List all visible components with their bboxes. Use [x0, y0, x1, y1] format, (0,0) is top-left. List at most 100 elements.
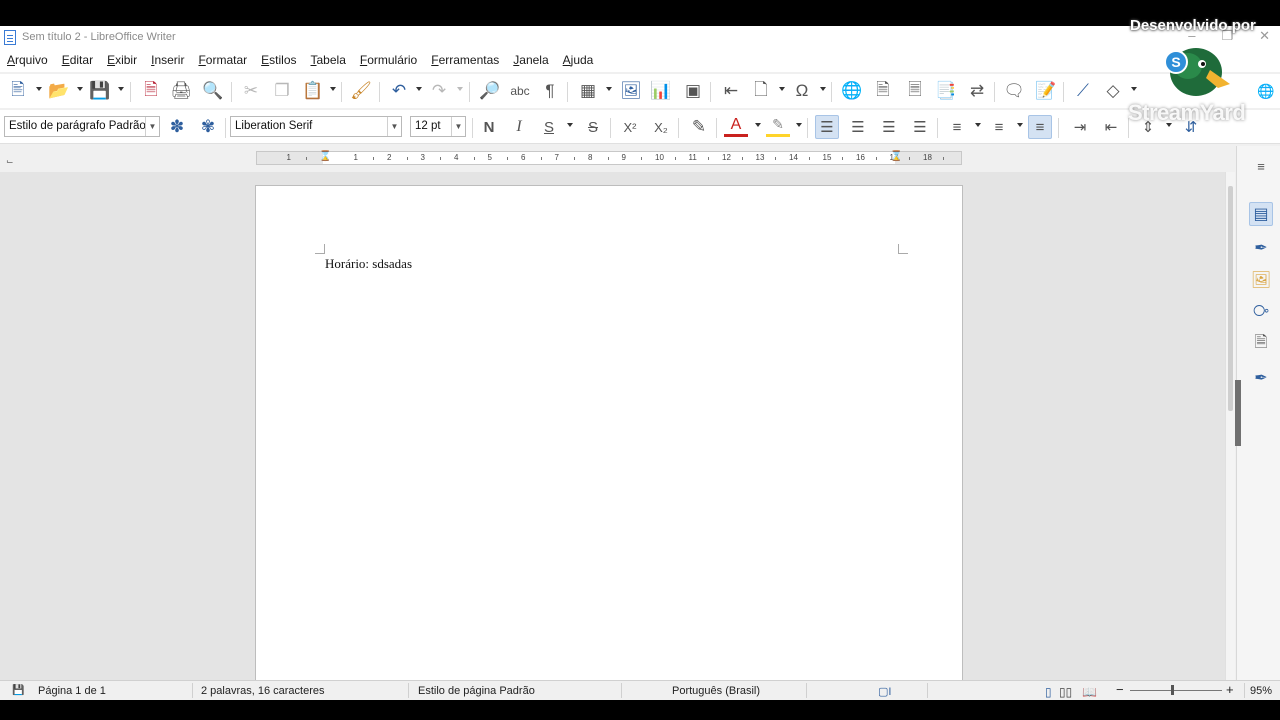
basic-shapes-icon[interactable]: ◇ [1101, 79, 1125, 103]
menu-janela[interactable]: Janela [513, 53, 548, 67]
zoom-slider-knob[interactable] [1171, 685, 1174, 695]
insert-image-icon[interactable]: 🖼 [619, 79, 643, 103]
align-left-icon[interactable]: ☰ [815, 115, 839, 139]
new-style-icon[interactable]: ✾ [196, 115, 220, 139]
increase-indent-icon[interactable]: ⇥ [1068, 115, 1092, 139]
undo-dropdown-icon[interactable] [416, 87, 422, 91]
document-text[interactable]: Horário: sdsadas [325, 256, 412, 272]
chevron-down-icon[interactable]: ▼ [451, 117, 465, 136]
properties-icon[interactable]: ▤ [1249, 202, 1273, 226]
update-style-icon[interactable]: ✽ [165, 115, 189, 139]
document-area[interactable]: Horário: sdsadas [0, 172, 1225, 680]
underline-dropdown-icon[interactable] [567, 123, 573, 127]
font-name-combo[interactable]: Liberation Serif ▼ [230, 116, 402, 137]
page-style[interactable]: Estilo de página Padrão [418, 685, 535, 697]
menu-ajuda[interactable]: Ajuda [563, 53, 594, 67]
undo-icon[interactable]: ↶ [387, 79, 411, 103]
gallery-icon[interactable]: 🖼 [1249, 268, 1273, 292]
menu-formulario[interactable]: Formulário [360, 53, 417, 67]
tab-stop-icon[interactable]: ⌙ [6, 156, 14, 167]
sidebar-handle[interactable] [1235, 380, 1241, 446]
special-character-icon[interactable]: Ω [790, 79, 814, 103]
menu-estilos[interactable]: Estilos [261, 53, 296, 67]
zoom-out-icon[interactable]: − [1116, 682, 1124, 697]
open-folder-icon[interactable]: 📂 [47, 79, 71, 103]
paragraph-style-combo[interactable]: Estilo de parágrafo Padrão ▼ [4, 116, 160, 137]
page-break-icon[interactable]: ⇤ [719, 79, 743, 103]
sidebar-menu-icon[interactable]: ≡ [1249, 154, 1273, 178]
redo-icon[interactable]: ↷ [427, 79, 451, 103]
print-icon[interactable]: 🖨 [169, 79, 193, 103]
vertical-scrollbar[interactable] [1225, 172, 1235, 680]
align-center-icon[interactable]: ☰ [846, 115, 870, 139]
bullet-dropdown-icon[interactable] [975, 123, 981, 127]
clone-formatting-icon[interactable]: 🖌 [349, 79, 373, 103]
styles-icon[interactable]: ✒ [1249, 236, 1273, 260]
menu-formatar[interactable]: Formatar [198, 53, 247, 67]
page-indicator[interactable]: Página 1 de 1 [38, 685, 106, 697]
page-icon[interactable]: 🗎 [1249, 332, 1273, 356]
language[interactable]: Português (Brasil) [672, 685, 760, 697]
menu-inserir[interactable]: Inserir [151, 53, 184, 67]
track-changes-icon[interactable]: 📝 [1034, 79, 1058, 103]
book-view-icon[interactable]: 📖 [1082, 685, 1097, 699]
font-color-icon[interactable]: A [724, 115, 748, 137]
clear-formatting-icon[interactable]: ✎ [687, 115, 711, 139]
footnote-icon[interactable]: 🗎 [871, 79, 895, 103]
decrease-indent-icon[interactable]: ⇤ [1099, 115, 1123, 139]
indent-marker-icon[interactable]: ⌛ [319, 151, 331, 162]
style-inspector-icon[interactable]: ✒ [1249, 366, 1273, 390]
zoom-level[interactable]: 95% [1250, 685, 1272, 697]
formatting-marks-icon[interactable]: ¶ [538, 79, 562, 103]
align-right-icon[interactable]: ☰ [877, 115, 901, 139]
new-document-icon[interactable]: 🖹 [6, 79, 30, 103]
scrollbar-thumb[interactable] [1228, 186, 1233, 411]
special-char-dropdown-icon[interactable] [820, 87, 826, 91]
underline-icon[interactable]: S [537, 115, 561, 139]
document-page[interactable]: Horário: sdsadas [255, 185, 963, 680]
copy-icon[interactable]: ❐ [270, 79, 294, 103]
table-dropdown-icon[interactable] [606, 87, 612, 91]
field-dropdown-icon[interactable] [779, 87, 785, 91]
font-size-combo[interactable]: 12 pt ▼ [410, 116, 466, 137]
globe-icon[interactable]: 🌐 [1254, 79, 1278, 103]
italic-icon[interactable]: I [507, 115, 531, 139]
zoom-slider[interactable] [1130, 690, 1222, 691]
cut-icon[interactable]: ✂ [239, 79, 263, 103]
document-modified-icon[interactable]: 💾 [12, 685, 24, 696]
bullet-list-icon[interactable]: ≡ [945, 115, 969, 139]
line-icon[interactable]: ⟋ [1071, 79, 1095, 103]
multi-page-view-icon[interactable]: ▯▯ [1059, 685, 1072, 699]
chevron-down-icon[interactable]: ▼ [145, 117, 159, 136]
highlight-color-icon[interactable]: ✎ [766, 115, 790, 137]
justify-icon[interactable]: ☰ [908, 115, 932, 139]
endnote-icon[interactable]: 🗏 [903, 79, 927, 103]
chevron-down-icon[interactable]: ▼ [387, 117, 401, 136]
comment-icon[interactable]: 🗨 [1002, 79, 1026, 103]
insert-chart-icon[interactable]: 📊 [649, 79, 673, 103]
right-indent-marker-icon[interactable]: ⌛ [890, 151, 902, 162]
numbered-list-icon[interactable]: ≡ [987, 115, 1011, 139]
horizontal-ruler[interactable]: 1 1 2 3 4 5 6 7 8 9 10 11 12 13 14 15 16 17 18 ⌛ ⌛ [256, 151, 962, 165]
navigator-icon[interactable]: ⧂ [1249, 300, 1273, 324]
no-list-icon[interactable]: ≡ [1028, 115, 1052, 139]
paste-dropdown-icon[interactable] [330, 87, 336, 91]
font-color-dropdown-icon[interactable] [755, 123, 761, 127]
redo-dropdown-icon[interactable] [457, 87, 463, 91]
menu-ferramentas[interactable]: Ferramentas [431, 53, 499, 67]
insert-field-icon[interactable]: 🗋 [749, 79, 773, 103]
zoom-in-icon[interactable]: + [1226, 682, 1234, 697]
find-replace-icon[interactable]: 🔎 [478, 79, 502, 103]
export-pdf-icon[interactable]: 🗎 [139, 79, 163, 103]
new-dropdown-icon[interactable] [36, 87, 42, 91]
paste-icon[interactable]: 📋 [301, 79, 325, 103]
bookmark-icon[interactable]: 📑 [934, 79, 958, 103]
subscript-icon[interactable]: X₂ [649, 115, 673, 139]
menu-editar[interactable]: Editar [62, 53, 93, 67]
cross-reference-icon[interactable]: ⇄ [965, 79, 989, 103]
menu-arquivo[interactable]: Arquivo [7, 53, 48, 67]
open-dropdown-icon[interactable] [77, 87, 83, 91]
shapes-dropdown-icon[interactable] [1131, 87, 1137, 91]
highlight-dropdown-icon[interactable] [796, 123, 802, 127]
print-preview-icon[interactable]: 🔍 [201, 79, 225, 103]
